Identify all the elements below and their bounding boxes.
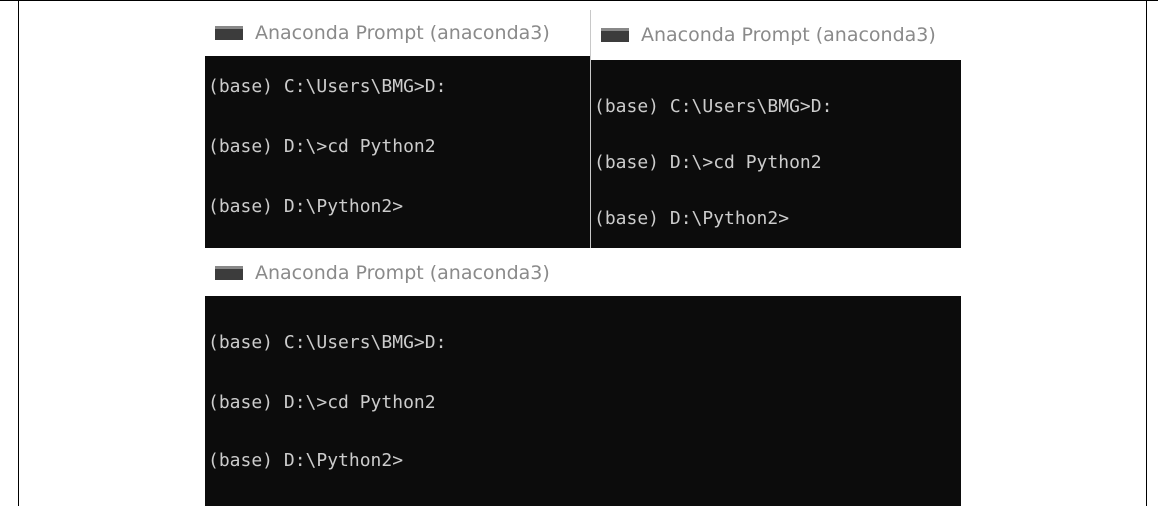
anaconda-prompt-window-1[interactable]: Anaconda Prompt (anaconda3) (base) C:\Us… <box>205 10 590 248</box>
frame-right-border <box>1146 0 1147 506</box>
console-line: (base) C:\Users\BMG>D: <box>208 76 447 97</box>
terminal-icon <box>215 266 243 280</box>
console-area[interactable]: (base) C:\Users\BMG>D: (base) D:\>cd Pyt… <box>591 60 961 248</box>
terminal-icon <box>601 28 629 42</box>
console-line: (base) D:\>cd Python2 <box>208 392 436 413</box>
anaconda-prompt-window-2[interactable]: Anaconda Prompt (anaconda3) (base) C:\Us… <box>590 10 961 248</box>
title-bar[interactable]: Anaconda Prompt (anaconda3) <box>591 10 961 60</box>
console-line: (base) D:\Python2> <box>594 208 790 229</box>
console-line: (base) D:\Python2> <box>208 196 404 217</box>
terminal-icon <box>215 26 243 40</box>
console-area[interactable]: (base) C:\Users\BMG>D: (base) D:\>cd Pyt… <box>205 296 961 506</box>
window-title: Anaconda Prompt (anaconda3) <box>641 24 936 46</box>
title-bar[interactable]: Anaconda Prompt (anaconda3) <box>205 10 590 56</box>
window-title: Anaconda Prompt (anaconda3) <box>255 262 550 284</box>
console-area[interactable]: (base) C:\Users\BMG>D: (base) D:\>cd Pyt… <box>205 56 590 248</box>
frame-top-border <box>0 0 1158 1</box>
frame-left-border <box>18 0 19 506</box>
title-bar[interactable]: Anaconda Prompt (anaconda3) <box>205 250 961 296</box>
console-line: (base) D:\Python2> <box>208 450 404 471</box>
anaconda-prompt-window-3[interactable]: Anaconda Prompt (anaconda3) (base) C:\Us… <box>205 250 961 506</box>
console-line: (base) D:\>cd Python2 <box>208 136 436 157</box>
console-line: (base) C:\Users\BMG>D: <box>594 96 833 117</box>
window-title: Anaconda Prompt (anaconda3) <box>255 22 550 44</box>
console-line: (base) C:\Users\BMG>D: <box>208 332 447 353</box>
console-line: (base) D:\>cd Python2 <box>594 152 822 173</box>
